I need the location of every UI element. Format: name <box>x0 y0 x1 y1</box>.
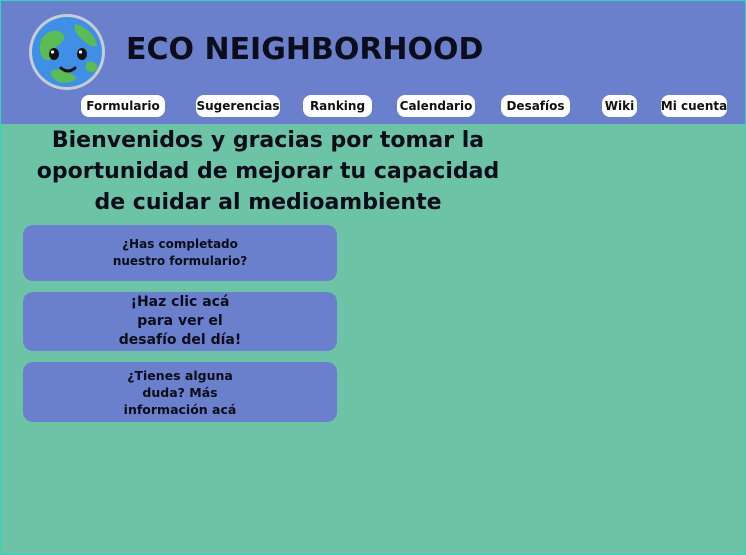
card-line: ¿Has completado <box>122 237 238 251</box>
card-line: para ver el <box>137 313 223 329</box>
nav-wiki-button[interactable]: Wiki <box>602 95 637 117</box>
info-card-button[interactable]: ¿Tienes alguna duda? Más información acá <box>23 362 337 422</box>
nav-desafios-button[interactable]: Desafíos <box>501 95 570 117</box>
card-line: información acá <box>123 401 237 417</box>
nav-ranking-button[interactable]: Ranking <box>303 95 372 117</box>
card-line: ¿Tienes alguna <box>127 367 233 383</box>
card-line: desafío del día! <box>118 332 242 348</box>
nav-sugerencias-button[interactable]: Sugerencias <box>196 95 280 117</box>
nav-calendario-button[interactable]: Calendario <box>397 95 475 117</box>
formulario-card-button[interactable]: ¿Has completado nuestro formulario? <box>23 225 337 281</box>
site-title: ECO NEIGHBORHOOD <box>126 32 484 67</box>
card-line: ¡Haz clic acá <box>130 294 230 310</box>
card-line: duda? Más <box>142 384 218 400</box>
desafio-card-button[interactable]: ¡Haz clic acá para ver el desafío del dí… <box>23 292 337 351</box>
earth-smiley-icon[interactable] <box>27 12 107 92</box>
nav-formulario-button[interactable]: Formulario <box>81 95 165 117</box>
nav-mi-cuenta-button[interactable]: Mi cuenta <box>661 95 727 117</box>
card-line: nuestro formulario? <box>112 254 248 268</box>
welcome-heading: Bienvenidos y gracias por tomar la oport… <box>36 128 500 215</box>
